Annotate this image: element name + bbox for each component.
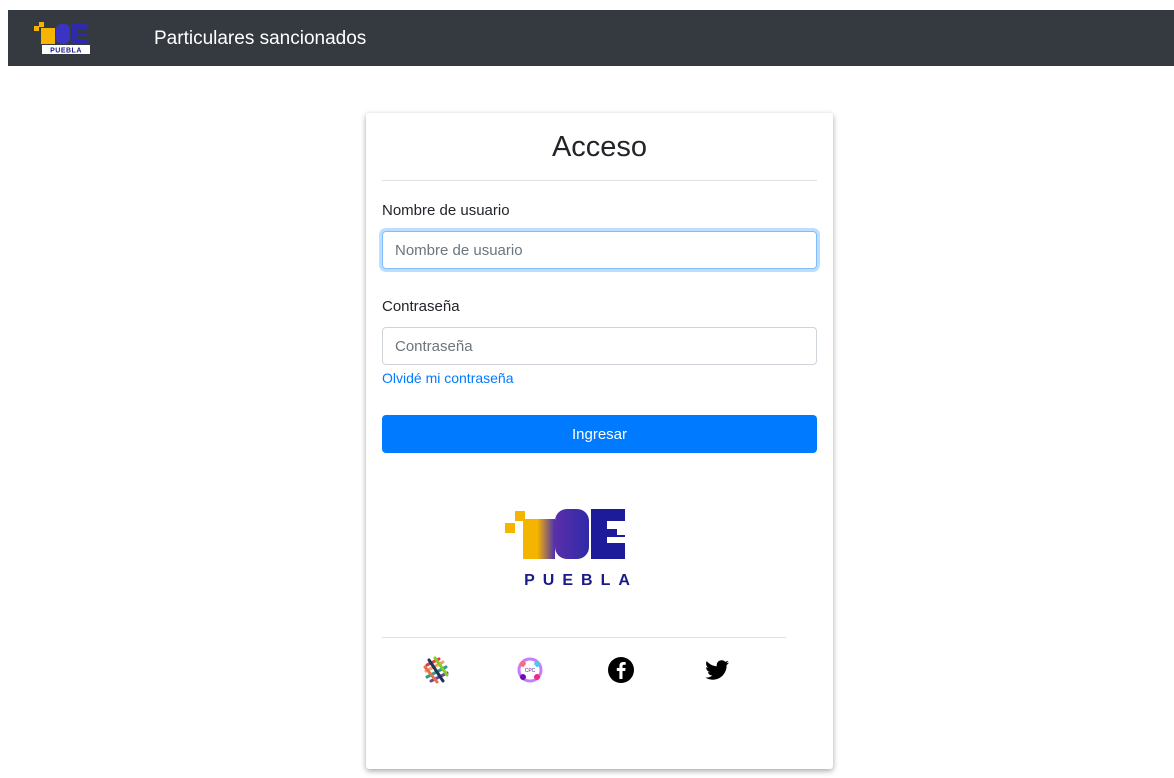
footer-divider	[382, 637, 786, 638]
cpc-icon[interactable]: CPC	[515, 655, 545, 685]
username-label: Nombre de usuario	[382, 202, 510, 219]
facebook-icon[interactable]	[606, 655, 636, 685]
password-label: Contraseña	[382, 298, 460, 315]
login-page: PUEBLA Particulares sancionados Acceso N…	[0, 0, 1174, 778]
title-divider	[382, 180, 817, 181]
svg-text:PUEBLA: PUEBLA	[50, 48, 82, 55]
login-button[interactable]: Ingresar	[382, 415, 817, 453]
pde-puebla-brand-logo: PUEBLA	[505, 509, 638, 589]
forgot-password-link[interactable]: Olvidé mi contraseña	[382, 370, 514, 386]
svg-text:CPC: CPC	[525, 668, 536, 674]
svg-text:PUEBLA: PUEBLA	[524, 572, 638, 589]
sna-icon[interactable]	[421, 655, 451, 685]
twitter-icon[interactable]	[702, 655, 732, 685]
top-navbar: PUEBLA Particulares sancionados	[8, 10, 1174, 66]
login-card: Acceso Nombre de usuario Contraseña Olvi…	[366, 113, 833, 769]
page-title: Particulares sancionados	[154, 28, 367, 49]
pde-puebla-logo[interactable]: PUEBLA	[32, 20, 98, 56]
username-input[interactable]	[382, 231, 817, 269]
password-input[interactable]	[382, 327, 817, 365]
login-title: Acceso	[551, 131, 648, 163]
